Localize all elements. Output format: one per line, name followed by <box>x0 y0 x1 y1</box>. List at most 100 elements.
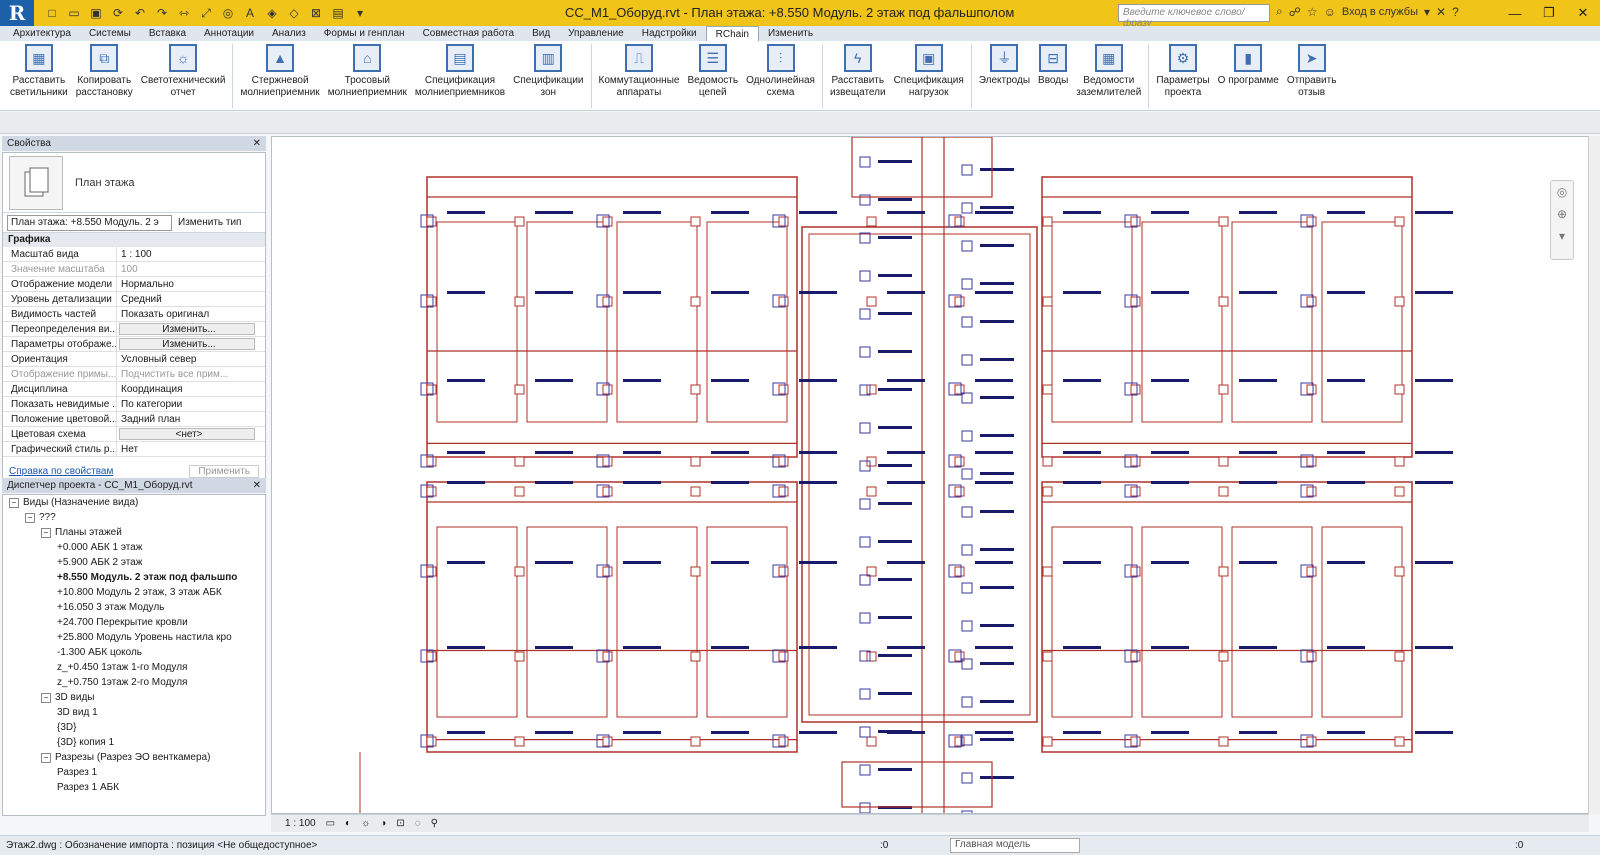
device-symbol[interactable] <box>1306 566 1317 577</box>
detail-level-icon[interactable]: ▭ <box>326 818 335 829</box>
fixture-symbol[interactable] <box>859 536 871 548</box>
device-symbol[interactable] <box>1042 651 1053 662</box>
device-symbol[interactable] <box>1218 216 1229 227</box>
collapse-toggle-icon[interactable]: − <box>41 527 51 538</box>
ribbon-button-7[interactable]: ⎍ Коммутационные аппараты <box>595 41 684 110</box>
device-symbol[interactable] <box>778 736 789 747</box>
collapse-toggle-icon[interactable]: − <box>41 752 51 763</box>
tab-2[interactable]: Вставка <box>140 26 195 41</box>
device-symbol[interactable] <box>1394 296 1405 307</box>
device-symbol[interactable] <box>602 216 613 227</box>
tab-3[interactable]: Аннотации <box>195 26 263 41</box>
device-symbol[interactable] <box>690 384 701 395</box>
tab-6[interactable]: Совместная работа <box>414 26 524 41</box>
device-symbol[interactable] <box>866 296 877 307</box>
tab-10[interactable]: RChain <box>705 26 759 41</box>
fixture-symbol[interactable] <box>961 544 973 556</box>
close-icon[interactable]: ✕ <box>253 480 261 491</box>
ribbon-button-3[interactable]: ▲ Стержневой молниеприемник <box>236 41 323 110</box>
browser-node[interactable]: z_+0.750 1этаж 2-го Модуля <box>3 675 265 690</box>
text-icon[interactable]: A <box>240 4 260 22</box>
close-icon[interactable]: ✕ <box>1566 0 1600 26</box>
browser-node[interactable]: {3D} копия 1 <box>3 735 265 750</box>
browser-node[interactable]: −??? <box>3 510 265 525</box>
device-symbol[interactable] <box>1394 384 1405 395</box>
browser-node[interactable]: − Виды (Назначение вида) <box>3 495 265 510</box>
switch-windows-icon[interactable]: ▤ <box>328 4 348 22</box>
device-symbol[interactable] <box>690 456 701 467</box>
qat-dropdown-icon[interactable]: ▾ <box>350 4 370 22</box>
device-symbol[interactable] <box>426 384 437 395</box>
tab-8[interactable]: Управление <box>559 26 633 41</box>
device-symbol[interactable] <box>954 296 965 307</box>
property-value[interactable]: Показать оригинал <box>117 307 265 321</box>
binoculars-icon[interactable]: ⌕ <box>1276 4 1283 19</box>
undo-icon[interactable]: ↶ <box>130 4 150 22</box>
device-symbol[interactable] <box>778 651 789 662</box>
device-symbol[interactable] <box>1130 216 1141 227</box>
property-value[interactable]: Нормально <box>117 277 265 291</box>
scale-label[interactable]: 1 : 100 <box>285 818 316 829</box>
device-symbol[interactable] <box>1306 384 1317 395</box>
fixture-symbol[interactable] <box>961 772 973 784</box>
device-symbol[interactable] <box>426 566 437 577</box>
redo-icon[interactable]: ↷ <box>152 4 172 22</box>
ribbon-button-11[interactable]: ▣ Спецификация нагрузок <box>890 41 968 110</box>
ribbon-button-9[interactable]: ⫶ Однолинейная схема <box>742 41 819 110</box>
fixture-symbol[interactable] <box>859 764 871 776</box>
drawing-canvas[interactable] <box>271 136 1589 814</box>
property-value[interactable]: По категории <box>117 397 265 411</box>
device-symbol[interactable] <box>1130 384 1141 395</box>
comm-center-icon[interactable]: ☍ <box>1289 5 1301 19</box>
close-icon[interactable]: ✕ <box>253 138 261 149</box>
browser-node[interactable]: Разрез 1 <box>3 765 265 780</box>
fixture-symbol[interactable] <box>859 612 871 624</box>
floor-plan-drawing[interactable] <box>272 137 1589 814</box>
sun-path-icon[interactable]: ☼ <box>361 818 370 829</box>
maximize-icon[interactable]: ❐ <box>1532 0 1566 26</box>
section-icon[interactable]: ◇ <box>284 4 304 22</box>
property-value[interactable]: <нет> <box>119 428 255 440</box>
device-symbol[interactable] <box>1042 296 1053 307</box>
device-symbol[interactable] <box>602 736 613 747</box>
temp-hide-icon[interactable]: ◌ <box>415 818 421 829</box>
device-symbol[interactable] <box>514 456 525 467</box>
ribbon-button-2[interactable]: ☼ Светотехнический отчет <box>137 41 230 110</box>
help-icon[interactable]: ? <box>1452 5 1459 19</box>
browser-node[interactable]: +5.900 АБК 2 этаж <box>3 555 265 570</box>
fixture-symbol[interactable] <box>961 240 973 252</box>
collapse-toggle-icon[interactable]: − <box>25 512 35 523</box>
ribbon-button-13[interactable]: ⊟ Вводы <box>1034 41 1072 110</box>
device-symbol[interactable] <box>514 566 525 577</box>
device-symbol[interactable] <box>1130 651 1141 662</box>
device-symbol[interactable] <box>866 486 877 497</box>
device-symbol[interactable] <box>1394 736 1405 747</box>
device-symbol[interactable] <box>1306 456 1317 467</box>
device-symbol[interactable] <box>866 384 877 395</box>
device-symbol[interactable] <box>1042 456 1053 467</box>
fixture-symbol[interactable] <box>859 270 871 282</box>
login-dropdown-icon[interactable]: ▾ <box>1424 5 1430 19</box>
fixture-symbol[interactable] <box>859 726 871 738</box>
active-model-select[interactable]: Главная модель <box>950 838 1080 853</box>
user-icon[interactable]: ☺ <box>1324 5 1336 19</box>
device-symbol[interactable] <box>866 651 877 662</box>
device-symbol[interactable] <box>426 486 437 497</box>
browser-node[interactable]: -1.300 АБК цоколь <box>3 645 265 660</box>
device-symbol[interactable] <box>954 216 965 227</box>
device-symbol[interactable] <box>1394 456 1405 467</box>
fixture-symbol[interactable] <box>859 688 871 700</box>
device-symbol[interactable] <box>1218 456 1229 467</box>
favorites-icon[interactable]: ☆ <box>1307 5 1318 19</box>
new-icon[interactable]: □ <box>42 4 62 22</box>
tab-9[interactable]: Надстройки <box>633 26 706 41</box>
device-symbol[interactable] <box>778 566 789 577</box>
device-symbol[interactable] <box>690 216 701 227</box>
browser-node[interactable]: − Разрезы (Разрез ЭО венткамера) <box>3 750 265 765</box>
property-value[interactable]: Нет <box>117 442 265 456</box>
tab-1[interactable]: Системы <box>80 26 140 41</box>
device-symbol[interactable] <box>778 384 789 395</box>
ribbon-button-4[interactable]: ⌂ Тросовый молниеприемник <box>324 41 411 110</box>
device-symbol[interactable] <box>1394 566 1405 577</box>
device-symbol[interactable] <box>1394 486 1405 497</box>
